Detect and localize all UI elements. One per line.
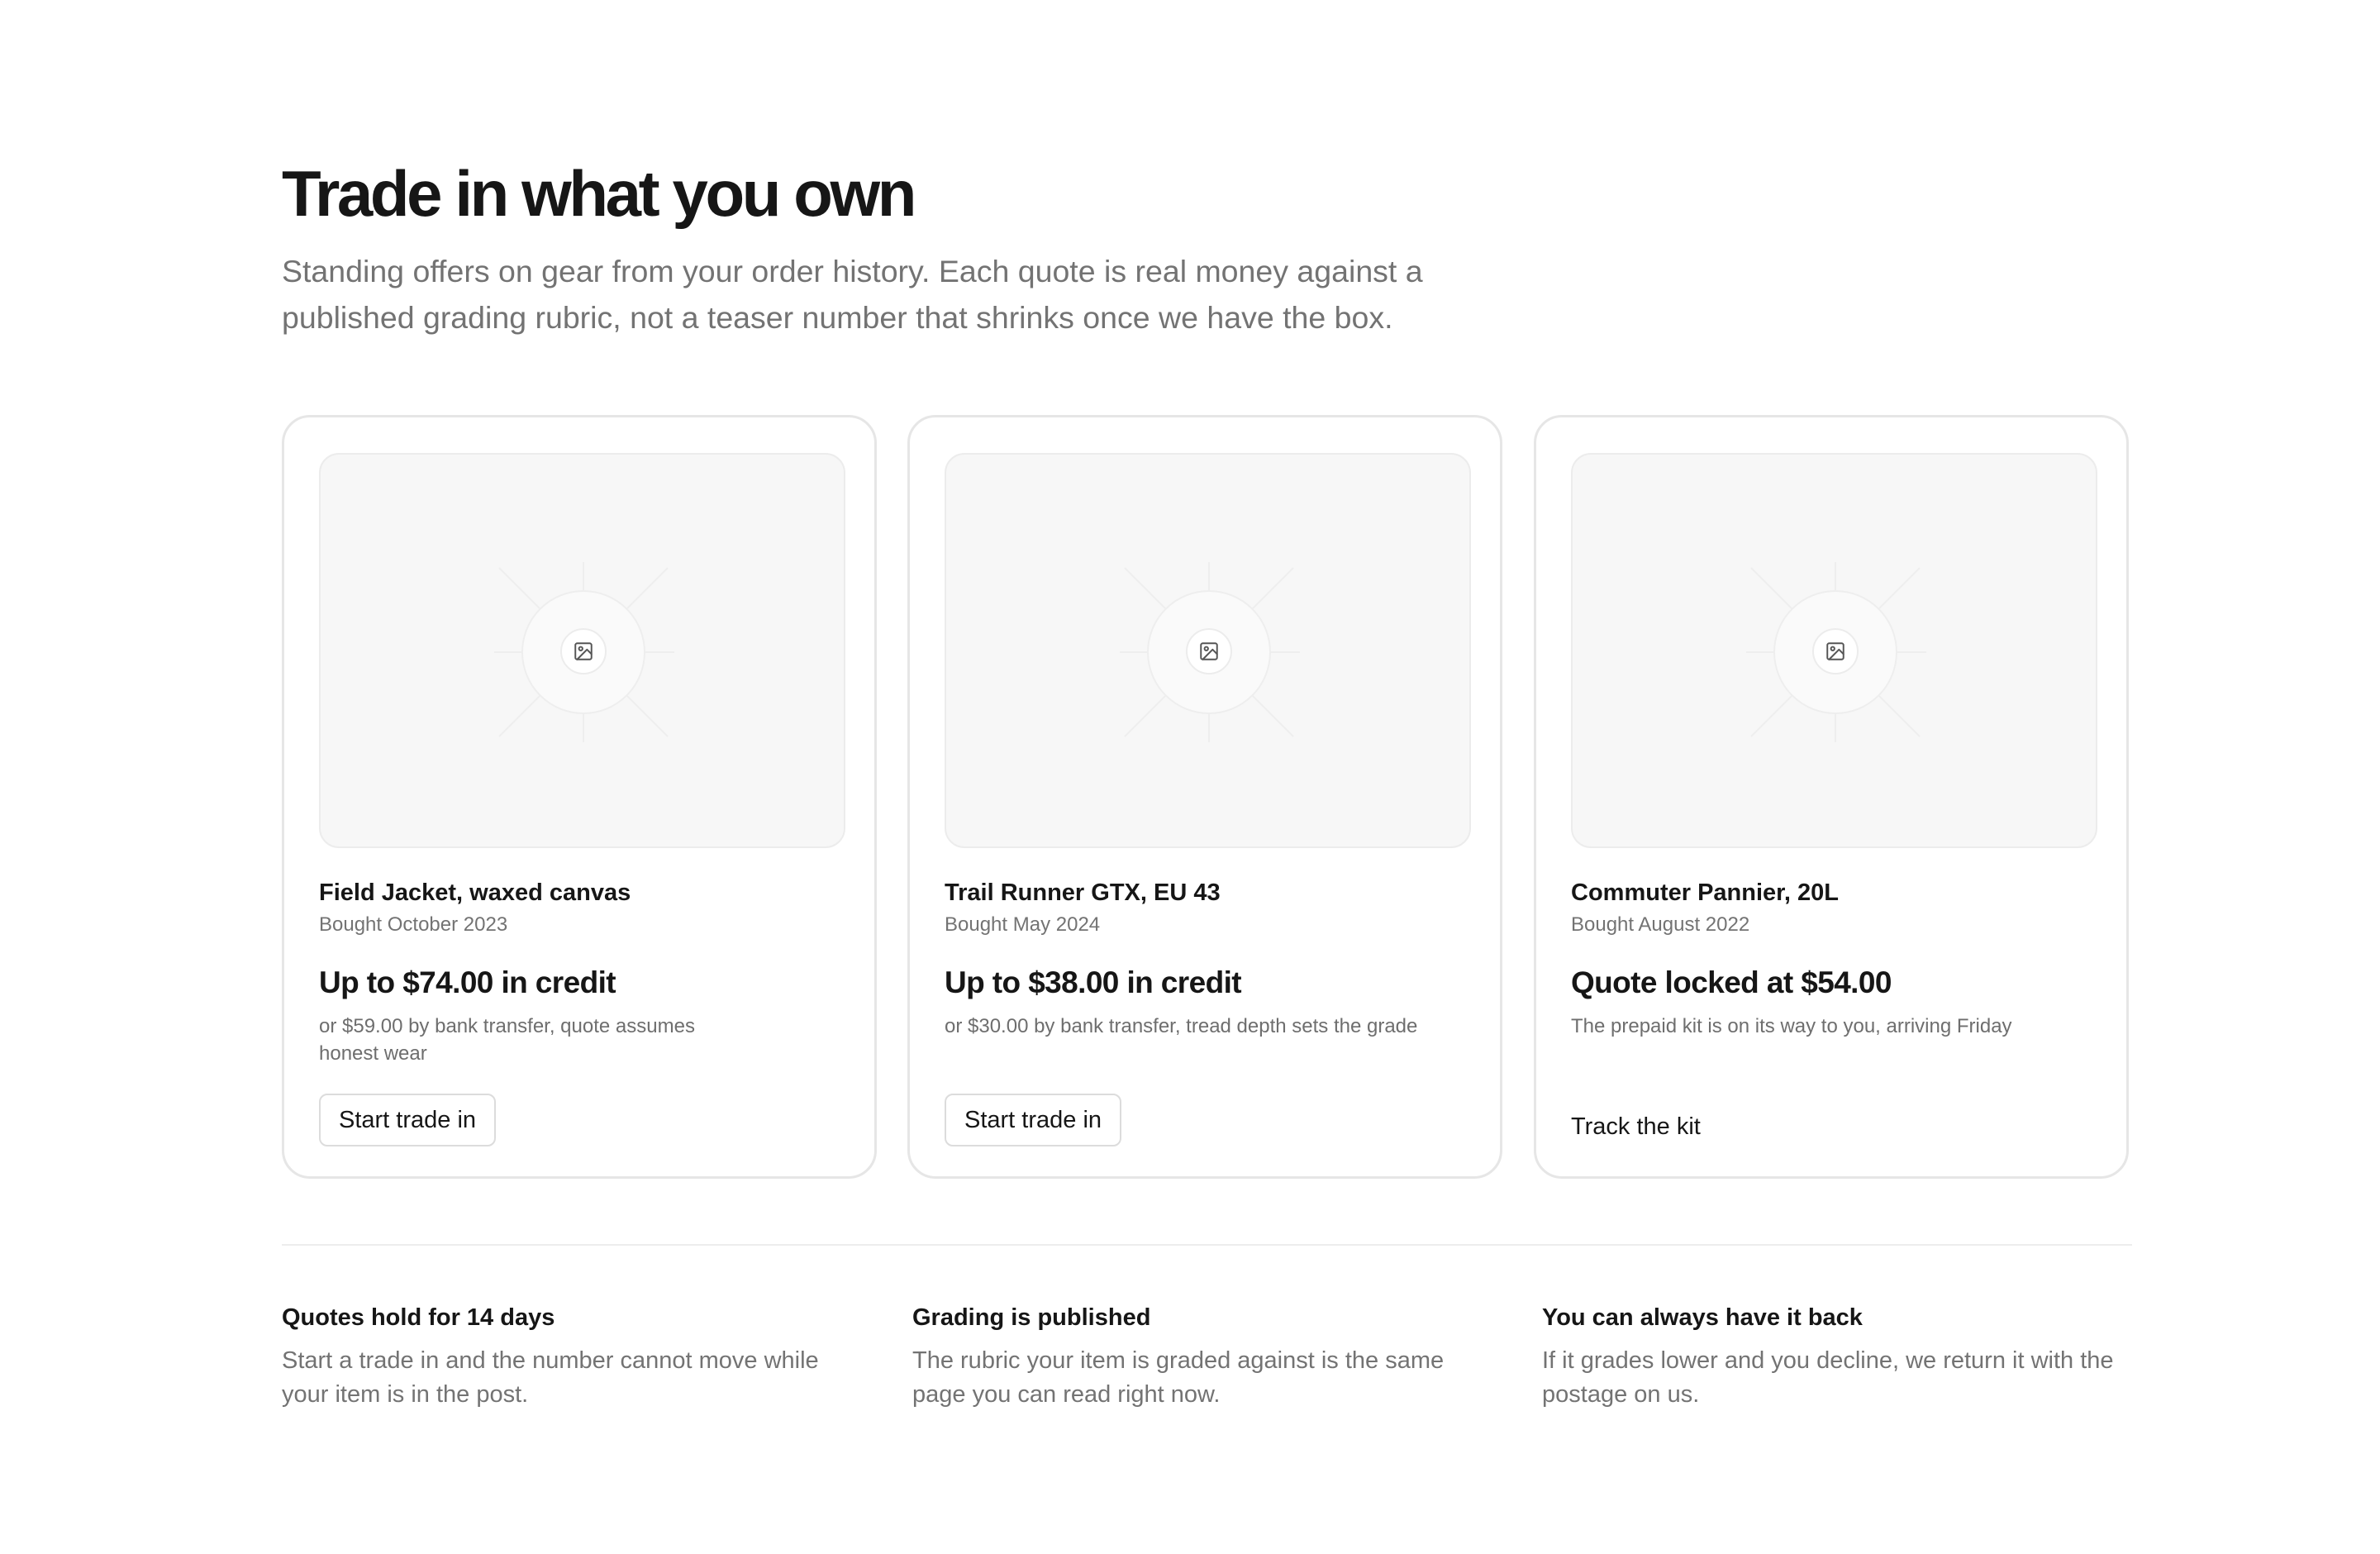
image-icon (1186, 628, 1232, 675)
product-image-placeholder (945, 453, 1471, 848)
product-name: Trail Runner GTX, EU 43 (945, 879, 1221, 906)
feature-title: Grading is published (912, 1304, 1151, 1331)
offer-note: or $59.00 by bank transfer, quote assume… (319, 1015, 695, 1065)
image-icon (1812, 628, 1859, 675)
feature-title: Quotes hold for 14 days (282, 1304, 555, 1331)
start-trade-in-button[interactable]: Start trade in (945, 1094, 1122, 1146)
offer-amount: Up to $38.00 in credit (945, 965, 1242, 999)
product-image-placeholder (1571, 453, 2097, 848)
purchase-date: Bought August 2022 (1571, 913, 1750, 936)
product-name: Field Jacket, waxed canvas (319, 879, 631, 906)
feature-text: The rubric your item is graded against i… (912, 1347, 1445, 1408)
offer-card: Field Jacket, waxed canvas Bought Octobe… (282, 415, 877, 1179)
start-trade-in-button[interactable]: Start trade in (319, 1094, 497, 1146)
product-image-placeholder (319, 453, 845, 848)
feature-title: You can always have it back (1542, 1304, 1863, 1331)
trade-in-offers: Field Jacket, waxed canvas Bought Octobe… (282, 415, 2133, 1182)
feature-text: If it grades lower and you decline, we r… (1542, 1347, 2114, 1408)
trade-in-page: Trade in what you own Standing offers on… (0, 0, 2380, 1554)
offer-card: Commuter Pannier, 20L Bought August 2022… (1534, 415, 2129, 1179)
purchase-date: Bought May 2024 (945, 913, 1101, 936)
offer-amount: Up to $74.00 in credit (319, 965, 616, 999)
offer-note: The prepaid kit is on its way to you, ar… (1571, 1015, 2012, 1037)
purchase-date: Bought October 2023 (319, 913, 508, 936)
feature-text: Start a trade in and the number cannot m… (282, 1347, 819, 1408)
offer-card: Trail Runner GTX, EU 43 Bought May 2024 … (907, 415, 1502, 1179)
feature-have-it-back: You can always have it back If it grades… (1542, 1301, 2121, 1412)
page-subtitle: Standing offers on gear from your order … (282, 254, 1423, 335)
section-divider (282, 1244, 2132, 1246)
feature-grading-published: Grading is published The rubric your ite… (912, 1301, 1491, 1412)
offer-note: or $30.00 by bank transfer, tread depth … (945, 1015, 1418, 1037)
image-icon (560, 628, 607, 675)
page-header: Trade in what you own Standing offers on… (282, 154, 1604, 341)
page-title: Trade in what you own (282, 157, 916, 230)
product-name: Commuter Pannier, 20L (1571, 879, 1839, 906)
track-kit-link[interactable]: Track the kit (1571, 1102, 1701, 1151)
offer-amount: Quote locked at $54.00 (1571, 965, 1892, 999)
feature-quotes-hold: Quotes hold for 14 days Start a trade in… (282, 1301, 860, 1412)
